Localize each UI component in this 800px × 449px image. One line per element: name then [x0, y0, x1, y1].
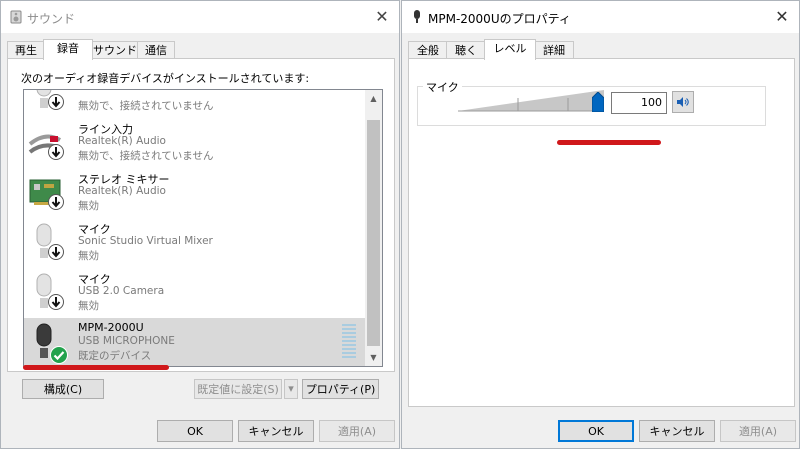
properties-dialog: MPM-2000Uのプロパティ ✕ 全般 聴く レベル 詳細 マイク 100 O…	[401, 0, 800, 449]
list-item[interactable]: マイク USB 2.0 Camera 無効	[24, 268, 365, 318]
tab-communications[interactable]: 通信	[137, 41, 175, 59]
device-status: 無効で、接続されていません	[78, 150, 214, 162]
cancel-button[interactable]: キャンセル	[639, 420, 715, 442]
list-item-selected[interactable]: MPM-2000U USB MICROPHONE 既定のデバイス	[24, 318, 365, 366]
tab-general[interactable]: 全般	[408, 41, 448, 59]
scroll-down-icon[interactable]: ▼	[365, 349, 382, 366]
properties-dialog-titlebar[interactable]: MPM-2000Uのプロパティ ✕	[402, 1, 799, 33]
list-item[interactable]: ステレオ ミキサー Realtek(R) Audio 無効	[24, 168, 365, 218]
highlight-underline	[23, 365, 169, 370]
disabled-arrow-icon	[48, 194, 64, 210]
disabled-arrow-icon	[48, 244, 64, 260]
list-item[interactable]: マイク Sonic Studio Virtual Mixer 無効	[24, 218, 365, 268]
properties-dialog-body: 全般 聴く レベル 詳細 マイク 100 OK キャンセル 適用(A)	[402, 33, 799, 448]
tab-recording[interactable]: 録音	[43, 39, 93, 60]
list-item[interactable]: ライン入力 Realtek(R) Audio 無効で、接続されていません	[24, 118, 365, 168]
list-item[interactable]: 無効で、接続されていません	[24, 90, 365, 118]
tab-listen[interactable]: 聴く	[446, 41, 486, 59]
level-value-field[interactable]: 100	[611, 92, 667, 114]
ok-button[interactable]: OK	[558, 420, 634, 442]
disabled-arrow-icon	[48, 94, 64, 110]
set-default-button[interactable]: 既定値に設定(S)	[194, 379, 282, 399]
default-check-icon	[50, 346, 68, 364]
device-status: 既定のデバイス	[78, 350, 152, 362]
close-button[interactable]: ✕	[369, 5, 395, 29]
properties-button[interactable]: プロパティ(P)	[302, 379, 379, 399]
window-title: MPM-2000Uのプロパティ	[428, 12, 571, 26]
sound-dialog-titlebar[interactable]: サウンド ✕	[1, 1, 399, 33]
instructions-text: 次のオーディオ録音デバイスがインストールされています:	[21, 72, 310, 85]
device-driver: USB 2.0 Camera	[78, 285, 165, 297]
device-driver: Realtek(R) Audio	[78, 185, 166, 197]
tab-advanced[interactable]: 詳細	[534, 41, 574, 59]
speaker-app-icon	[10, 10, 22, 24]
sound-dialog-body: 再生 録音 サウンド 通信 次のオーディオ録音デバイスがインストールされています…	[1, 33, 399, 448]
device-status: 無効で、接続されていません	[78, 100, 214, 112]
sound-dialog: サウンド ✕ 再生 録音 サウンド 通信 次のオーディオ録音デバイスがインストー…	[0, 0, 400, 449]
microphone-app-icon	[414, 10, 420, 23]
recording-panel: 次のオーディオ録音デバイスがインストールされています: 無効で、接続されていませ…	[7, 58, 395, 372]
disabled-arrow-icon	[48, 294, 64, 310]
levels-panel: マイク 100	[408, 58, 795, 407]
device-name: MPM-2000U	[78, 321, 144, 334]
device-list-scrollbar[interactable]: ▲ ▼	[365, 90, 382, 366]
level-group: マイク 100	[417, 79, 766, 126]
device-status: 無効	[78, 300, 99, 312]
set-default-dropdown-icon[interactable]: ▾	[284, 379, 298, 399]
window-title: サウンド	[27, 12, 76, 26]
highlight-underline	[557, 140, 661, 145]
cancel-button[interactable]: キャンセル	[238, 420, 314, 442]
device-driver: USB MICROPHONE	[78, 335, 175, 347]
tab-playback[interactable]: 再生	[7, 41, 45, 59]
device-status: 無効	[78, 200, 99, 212]
configure-button[interactable]: 構成(C)	[22, 379, 104, 399]
ok-button[interactable]: OK	[157, 420, 233, 442]
speaker-icon	[677, 97, 689, 107]
disabled-arrow-icon	[48, 144, 64, 160]
recording-device-list[interactable]: 無効で、接続されていません ライン入力 Realtek(R) Audio 無効で…	[23, 89, 383, 367]
close-button[interactable]: ✕	[769, 5, 795, 29]
scroll-thumb[interactable]	[367, 120, 380, 346]
apply-button[interactable]: 適用(A)	[720, 420, 796, 442]
device-status: 無効	[78, 250, 99, 262]
device-driver: Realtek(R) Audio	[78, 135, 166, 147]
tab-sounds[interactable]: サウンド	[91, 41, 139, 59]
level-label: マイク	[423, 79, 462, 95]
apply-button[interactable]: 適用(A)	[319, 420, 395, 442]
volume-slider-thumb[interactable]	[592, 92, 604, 112]
tab-levels[interactable]: レベル	[484, 39, 536, 60]
volume-slider-track[interactable]	[458, 90, 604, 112]
mute-toggle-button[interactable]	[672, 91, 694, 113]
scroll-up-icon[interactable]: ▲	[365, 90, 382, 107]
device-driver: Sonic Studio Virtual Mixer	[78, 235, 213, 247]
